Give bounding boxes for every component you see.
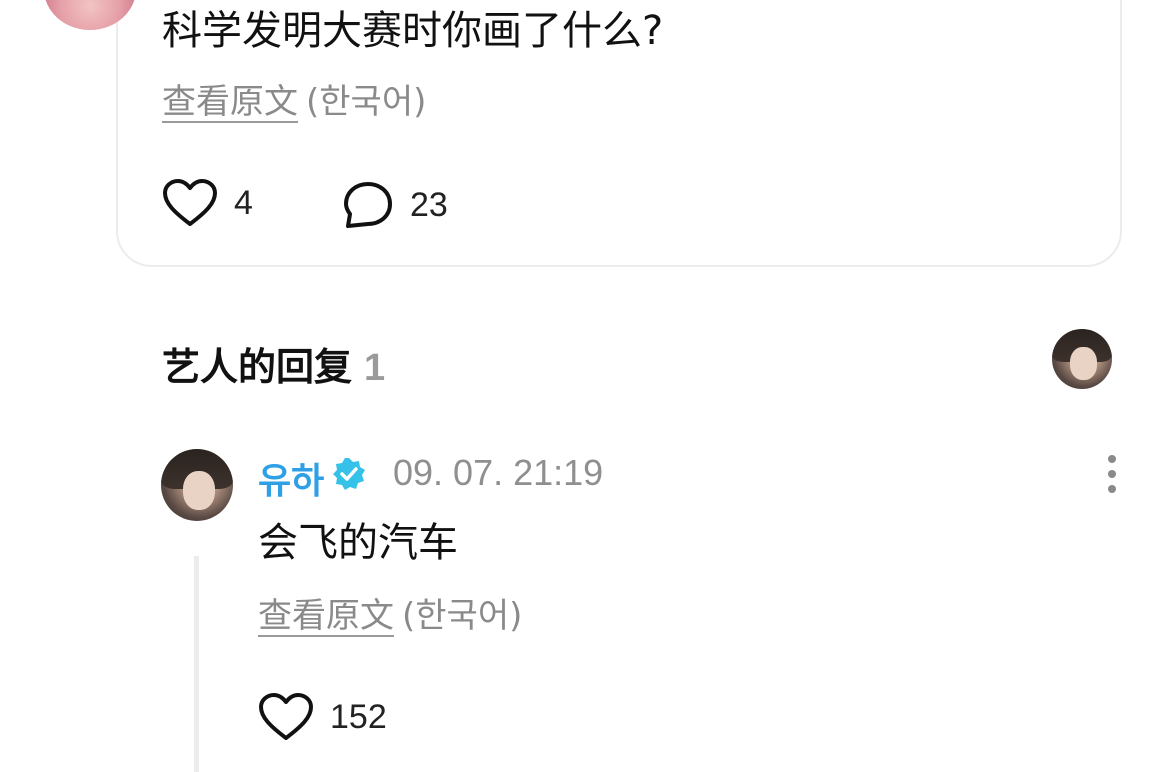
- artist-filter-avatar[interactable]: [1052, 329, 1112, 389]
- artist-replies-count: 1: [364, 347, 386, 389]
- reply-translate-row: 查看原文 (한국어): [258, 594, 522, 638]
- original-language-label: (한국어): [402, 596, 523, 636]
- reply-like-count: 152: [330, 697, 387, 736]
- post-translate-row: 查看原文 (한국어): [162, 80, 426, 124]
- post-question: 科学发明大赛时你画了什么?: [162, 8, 664, 54]
- reply-text: 会飞的汽车: [258, 520, 458, 566]
- artist-replies-heading: 艺人的回复 1: [162, 336, 385, 391]
- avatar-face: [182, 470, 215, 511]
- post-like-count: 4: [234, 183, 253, 222]
- artist-replies-title: 艺人的回复: [162, 345, 353, 389]
- comment-bubble-icon: [342, 180, 394, 230]
- verified-badge-icon: [331, 456, 367, 492]
- reply-like-button[interactable]: 152: [258, 692, 387, 742]
- reply-timestamp: 09. 07. 21:19: [393, 452, 604, 493]
- avatar-face: [1070, 347, 1097, 380]
- view-original-link[interactable]: 查看原文: [258, 596, 394, 636]
- heart-icon: [162, 178, 218, 228]
- thread-line: [194, 556, 199, 772]
- post-comment-button[interactable]: 23: [342, 180, 448, 230]
- heart-icon: [258, 692, 314, 742]
- post-like-button[interactable]: 4: [162, 178, 253, 228]
- more-vertical-icon[interactable]: [1100, 452, 1124, 496]
- view-original-link[interactable]: 查看原文: [162, 82, 298, 122]
- original-language-label: (한국어): [306, 82, 427, 122]
- reply-author-name[interactable]: 유하: [258, 452, 324, 504]
- reply-author-avatar[interactable]: [161, 449, 233, 521]
- post-comment-count: 23: [410, 185, 448, 224]
